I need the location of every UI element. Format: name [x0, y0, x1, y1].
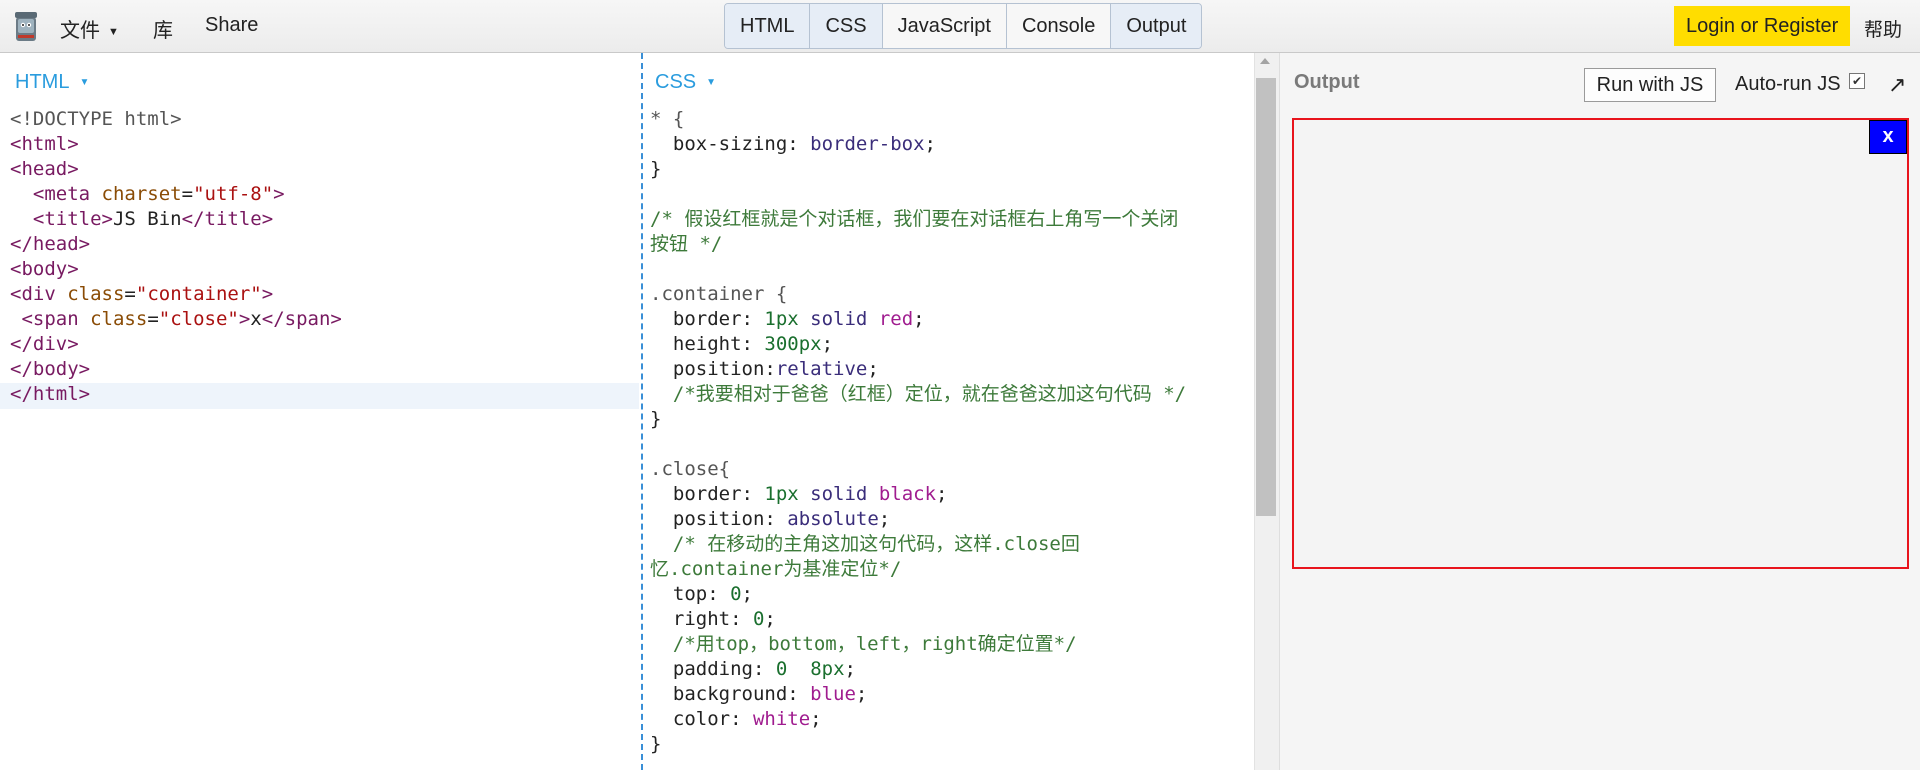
css-code-line: position:relative; [650, 358, 879, 380]
share-menu[interactable]: Share [205, 14, 258, 37]
css-code-editor[interactable]: * { box-sizing: border-box; } /* 假设红框就是个… [650, 107, 1186, 757]
css-code-line: right: 0; [650, 608, 776, 630]
html-code-line: <head> [10, 158, 79, 180]
tab-javascript[interactable]: JavaScript [882, 4, 1007, 48]
css-scrollbar-thumb[interactable] [1256, 78, 1276, 516]
css-code-line: * { [650, 108, 685, 130]
html-code-line: <html> [10, 133, 79, 155]
jsbin-logo-icon[interactable] [12, 9, 40, 43]
html-code-line: <!DOCTYPE html> [10, 108, 182, 130]
tab-css[interactable]: CSS [810, 4, 883, 48]
scroll-up-arrow-icon[interactable] [1260, 58, 1270, 64]
preview-container: x [1292, 118, 1909, 569]
chevron-down-icon: ▼ [706, 77, 717, 89]
panel-tabs: HTML CSS JavaScript Console Output [724, 3, 1203, 49]
css-code-line: 忆.container为基准定位*/ [650, 558, 902, 580]
css-code-line: border: 1px solid black; [650, 483, 948, 505]
output-panel-title: Output [1294, 71, 1360, 93]
top-bar: 文件 ▼ 库 Share HTML CSS JavaScript Console … [0, 0, 1920, 53]
preview-close-button[interactable]: x [1869, 120, 1907, 154]
tab-output[interactable]: Output [1111, 4, 1202, 48]
autorun-checkbox[interactable]: ✔ [1849, 73, 1865, 89]
css-code-line: .container { [650, 283, 788, 305]
tab-console[interactable]: Console [1006, 4, 1112, 48]
css-code-line: 按钮 */ [650, 233, 723, 255]
html-code-line: <span class="close">x</span> [21, 308, 342, 330]
login-register-button[interactable]: Login or Register [1674, 6, 1851, 46]
css-code-line: /*用top，bottom，left，right确定位置*/ [650, 633, 1077, 655]
popout-arrow-icon[interactable]: ↗ [1888, 72, 1906, 98]
html-code-line: </body> [10, 358, 91, 380]
run-with-js-button[interactable]: Run with JS [1584, 68, 1716, 102]
css-code-line: height: 300px; [650, 333, 834, 355]
css-panel-label-text: CSS [655, 71, 697, 93]
file-menu-label: 文件 [60, 20, 100, 42]
css-code-line: background: blue; [650, 683, 868, 705]
autorun-label: Auto-run JS [1735, 73, 1841, 95]
css-code-line: /*我要相对于爸爸（红框）定位，就在爸爸这加这句代码 */ [650, 383, 1187, 405]
css-code-line: } [650, 158, 662, 180]
html-panel-label-text: HTML [15, 71, 70, 93]
tab-html[interactable]: HTML [725, 4, 811, 48]
html-code-editor[interactable]: <!DOCTYPE html> <html> <head> <meta char… [10, 107, 342, 407]
css-code-line: /* 在移动的主角这加这句代码，这样.close回 [650, 533, 1080, 555]
library-menu[interactable]: 库 [153, 14, 173, 43]
css-code-line: box-sizing: border-box; [650, 133, 936, 155]
chevron-down-icon: ▼ [79, 77, 90, 89]
html-code-line: </html> [10, 383, 91, 405]
css-code-line: .close{ [650, 458, 731, 480]
css-code-line: } [650, 408, 662, 430]
chevron-down-icon: ▼ [108, 25, 119, 38]
html-code-line: </head> [10, 233, 91, 255]
html-code-line: <body> [10, 258, 79, 280]
html-code-line: <meta charset="utf-8"> [32, 183, 285, 205]
css-code-line: top: 0; [650, 583, 753, 605]
css-code-line: padding: 0 8px; [650, 658, 856, 680]
css-code-line: position: absolute; [650, 508, 891, 530]
help-link[interactable]: 帮助 [1864, 15, 1902, 42]
css-panel-label[interactable]: CSS ▼ [655, 71, 716, 94]
file-menu[interactable]: 文件 ▼ [60, 14, 119, 43]
html-code-line: </div> [10, 333, 79, 355]
css-code-line: /* 假设红框就是个对话框，我们要在对话框右上角写一个关闭 [650, 208, 1179, 230]
html-code-line: <div class="container"> [10, 283, 274, 305]
css-code-line: border: 1px solid red; [650, 308, 925, 330]
html-panel-label[interactable]: HTML ▼ [15, 71, 89, 94]
css-code-line: color: white; [650, 708, 822, 730]
css-code-line: } [650, 733, 662, 755]
html-code-line: <title>JS Bin</title> [32, 208, 274, 230]
